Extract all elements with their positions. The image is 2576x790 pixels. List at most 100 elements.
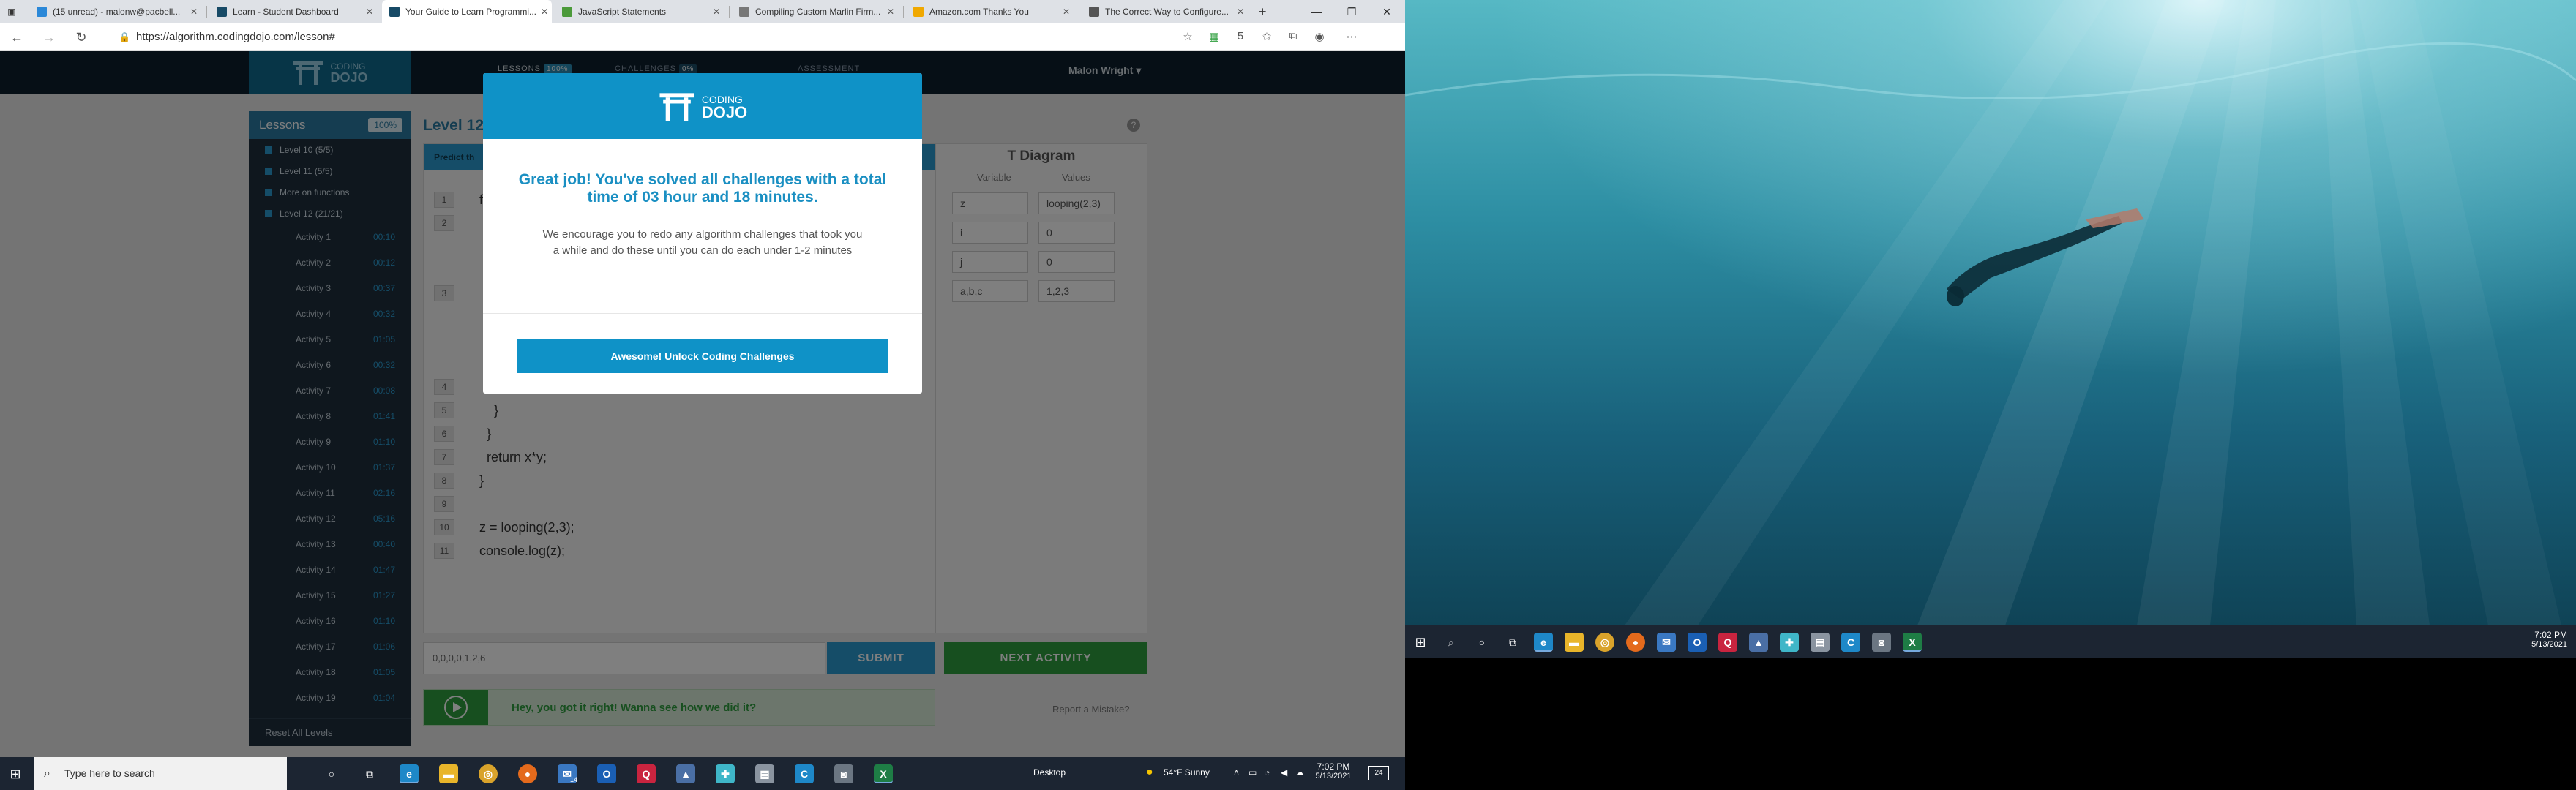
desktop-label[interactable]: Desktop bbox=[1033, 767, 1066, 778]
firefox-icon[interactable]: ● bbox=[518, 764, 537, 783]
clock-date: 5/13/2021 bbox=[2531, 640, 2567, 649]
modal-body: We encourage you to redo any algorithm c… bbox=[542, 228, 863, 257]
close-icon[interactable]: ✕ bbox=[883, 7, 894, 17]
url-text: https://algorithm.codingdojo.com/lesson# bbox=[136, 31, 335, 43]
quicken-icon[interactable]: Q bbox=[1718, 633, 1737, 652]
tab-divider bbox=[206, 6, 207, 18]
close-icon[interactable]: ✕ bbox=[1058, 7, 1070, 17]
tab-label: Your Guide to Learn Programmi... bbox=[405, 7, 536, 17]
taskbar: ⊞ ⌕ Type here to search ○ ⧉ e ▬ ◎ ● ✉ 14… bbox=[0, 757, 1405, 790]
app-icon[interactable]: ✚ bbox=[1780, 633, 1799, 652]
mail-icon[interactable]: ✉ bbox=[1657, 633, 1676, 652]
notifications-icon[interactable]: 24 bbox=[1368, 766, 1389, 780]
taskbar-clock[interactable]: 7:02 PM 5/13/2021 bbox=[1313, 761, 1354, 780]
tab-marlin[interactable]: Compiling Custom Marlin Firm... ✕ bbox=[732, 0, 902, 23]
tab-label: JavaScript Statements bbox=[578, 7, 667, 17]
app-icon[interactable]: ✚ bbox=[716, 764, 735, 783]
search-icon[interactable]: ⌕ bbox=[1442, 633, 1461, 652]
desktop-wallpaper bbox=[1405, 0, 2576, 625]
collections-icon[interactable]: ⧉ bbox=[1285, 30, 1301, 42]
printer-icon[interactable]: ▤ bbox=[755, 764, 774, 783]
tab-mail[interactable]: (15 unread) - malonw@pacbell... ✕ bbox=[29, 0, 205, 23]
profile-icon[interactable]: ◉ bbox=[1311, 30, 1328, 43]
tray-chevron-icon[interactable]: ˄ bbox=[1234, 767, 1239, 778]
underwater-wallpaper-image bbox=[1405, 0, 2576, 625]
store-icon[interactable]: ▲ bbox=[676, 764, 695, 783]
extension-count[interactable]: 5 bbox=[1232, 30, 1248, 42]
close-icon[interactable]: ✕ bbox=[186, 7, 198, 17]
page-favicon-icon bbox=[739, 7, 749, 17]
task-view-icon[interactable]: ⧉ bbox=[360, 764, 379, 783]
window-close-icon[interactable]: ✕ bbox=[1370, 0, 1404, 23]
chrome-icon[interactable]: ◎ bbox=[479, 764, 498, 783]
excel-icon[interactable]: X bbox=[874, 764, 893, 783]
edge-icon[interactable]: e bbox=[400, 764, 419, 783]
network-icon[interactable]: ▭ bbox=[1248, 767, 1257, 778]
volume-icon[interactable]: ◀ bbox=[1281, 767, 1287, 778]
modal-divider bbox=[483, 313, 922, 314]
unlock-challenges-button[interactable]: Awesome! Unlock Coding Challenges bbox=[517, 339, 888, 373]
close-icon[interactable]: ✕ bbox=[708, 7, 720, 17]
url-input[interactable]: 🔒 https://algorithm.codingdojo.com/lesso… bbox=[110, 28, 1193, 47]
tab-js-statements[interactable]: JavaScript Statements ✕ bbox=[555, 0, 727, 23]
left-monitor: ▣ (15 unread) - malonw@pacbell... ✕ Lear… bbox=[0, 0, 1405, 790]
modal-title: Great job! You've solved all challenges … bbox=[518, 171, 887, 206]
camera-icon[interactable]: ◙ bbox=[834, 764, 853, 783]
firefox-icon[interactable]: ● bbox=[1626, 633, 1645, 652]
excel-icon[interactable]: X bbox=[1903, 633, 1922, 652]
tab-label: The Correct Way to Configure... bbox=[1105, 7, 1229, 17]
taskbar-clock[interactable]: 7:02 PM 5/13/2021 bbox=[2520, 630, 2567, 649]
favorites-star-icon[interactable]: ☆ bbox=[1180, 30, 1196, 43]
unused-display-area bbox=[1405, 658, 2576, 790]
chrome-icon[interactable]: ◎ bbox=[1595, 633, 1614, 652]
close-icon[interactable]: ✕ bbox=[362, 7, 373, 17]
edge-icon[interactable]: e bbox=[1534, 633, 1553, 652]
weather-text[interactable]: 54°F Sunny bbox=[1164, 767, 1210, 778]
extension-icon[interactable]: ▦ bbox=[1206, 30, 1222, 43]
tab-student-dashboard[interactable]: Learn - Student Dashboard ✕ bbox=[209, 0, 381, 23]
tab-amazon[interactable]: Amazon.com Thanks You ✕ bbox=[906, 0, 1077, 23]
modal-header: CODING DOJO bbox=[483, 73, 922, 139]
task-view-icon[interactable]: ⧉ bbox=[1503, 633, 1522, 652]
taskbar-search-input[interactable]: ⌕ Type here to search bbox=[34, 757, 287, 790]
tab-configure[interactable]: The Correct Way to Configure... ✕ bbox=[1082, 0, 1251, 23]
completion-modal: CODING DOJO Great job! You've solved all… bbox=[483, 73, 922, 394]
search-icon: ⌕ bbox=[44, 767, 50, 780]
close-icon[interactable]: ✕ bbox=[1232, 7, 1244, 17]
c-app-icon[interactable]: C bbox=[1841, 633, 1860, 652]
clock-time: 7:02 PM bbox=[2534, 630, 2567, 640]
store-icon[interactable]: ▲ bbox=[1749, 633, 1768, 652]
windows-start-icon[interactable]: ⊞ bbox=[1411, 633, 1430, 652]
tab-guide[interactable]: Your Guide to Learn Programmi... ✕ bbox=[382, 0, 552, 23]
outlook-icon[interactable]: O bbox=[1688, 633, 1707, 652]
tab-label: Learn - Student Dashboard bbox=[233, 7, 339, 17]
new-tab-button[interactable]: + bbox=[1251, 0, 1281, 23]
minimize-icon[interactable]: — bbox=[1300, 0, 1333, 23]
lock-icon: 🔒 bbox=[119, 31, 131, 42]
file-explorer-icon[interactable]: ▬ bbox=[439, 764, 458, 783]
favorites-icon[interactable]: ✩ bbox=[1259, 30, 1275, 43]
back-icon[interactable]: ← bbox=[9, 29, 25, 45]
menu-icon[interactable]: ⋯ bbox=[1344, 30, 1360, 43]
maximize-icon[interactable]: ❐ bbox=[1335, 0, 1368, 23]
printer-icon[interactable]: ▤ bbox=[1811, 633, 1830, 652]
onedrive-icon[interactable]: ☁ bbox=[1295, 767, 1304, 778]
tab-label: Compiling Custom Marlin Firm... bbox=[755, 7, 881, 17]
clock-date: 5/13/2021 bbox=[1315, 772, 1352, 780]
mail-badge: 14 bbox=[570, 776, 578, 783]
close-icon[interactable]: ✕ bbox=[536, 7, 548, 17]
cortana-icon[interactable]: ○ bbox=[1472, 633, 1491, 652]
windows-start-icon[interactable]: ⊞ bbox=[6, 764, 25, 783]
taskbar-secondary: ⊞ ⌕ ○ ⧉ e ▬ ◎ ● ✉ O Q ▲ ✚ ▤ C ◙ X 7:02 P… bbox=[1405, 625, 2576, 658]
search-placeholder: Type here to search bbox=[64, 767, 155, 779]
tab-actions-icon[interactable]: ▣ bbox=[0, 0, 29, 23]
forward-icon[interactable]: → bbox=[41, 29, 57, 45]
cortana-icon[interactable]: ○ bbox=[322, 764, 341, 783]
camera-icon[interactable]: ◙ bbox=[1872, 633, 1891, 652]
outlook-icon[interactable]: O bbox=[597, 764, 616, 783]
refresh-icon[interactable]: ↻ bbox=[73, 29, 89, 45]
quicken-icon[interactable]: Q bbox=[637, 764, 656, 783]
wifi-icon[interactable]: ◔ bbox=[1265, 767, 1270, 778]
file-explorer-icon[interactable]: ▬ bbox=[1565, 633, 1584, 652]
c-app-icon[interactable]: C bbox=[795, 764, 814, 783]
